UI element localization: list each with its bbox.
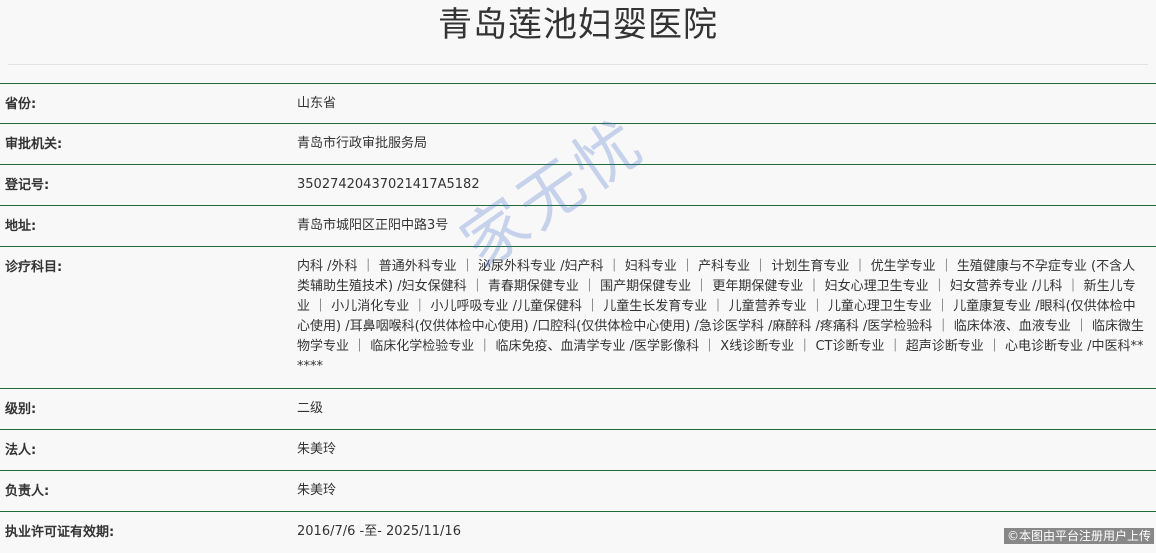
table-row-level: 级别: 二级 <box>0 389 1156 430</box>
row-value: 内科 /外科 ｜ 普通外科专业 ｜ 泌尿外科专业 /妇产科 ｜ 妇科专业 ｜ 产… <box>297 259 1144 374</box>
row-label: 负责人: <box>5 484 50 499</box>
table-row-license-validity: 执业许可证有效期: 2016/7/6 -至- 2025/11/16 <box>0 512 1156 553</box>
table-row-person-in-charge: 负责人: 朱美玲 <box>0 471 1156 512</box>
table-row-approval-authority: 审批机关: 青岛市行政审批服务局 <box>0 124 1156 165</box>
table-row-departments: 诊疗科目: 内科 /外科 ｜ 普通外科专业 ｜ 泌尿外科专业 /妇产科 ｜ 妇科… <box>0 247 1156 389</box>
table-row-legal-person: 法人: 朱美玲 <box>0 430 1156 471</box>
info-table: 省份: 山东省 审批机关: 青岛市行政审批服务局 登记号: 3502742043… <box>0 83 1156 553</box>
row-label: 审批机关: <box>5 137 63 152</box>
row-value: 青岛市城阳区正阳中路3号 <box>297 218 449 233</box>
row-label: 省份: <box>5 97 37 112</box>
title-divider <box>8 64 1148 65</box>
row-label: 登记号: <box>5 178 50 193</box>
row-label: 级别: <box>5 402 37 417</box>
copyright-notice: ©本图由平台注册用户上传 <box>1003 528 1154 544</box>
table-row-address: 地址: 青岛市城阳区正阳中路3号 <box>0 206 1156 247</box>
page-title: 青岛莲池妇婴医院 <box>438 5 718 45</box>
row-value: 二级 <box>297 401 324 416</box>
row-value: 山东省 <box>297 96 337 111</box>
row-value: 青岛市行政审批服务局 <box>297 136 428 151</box>
table-row-registration-number: 登记号: 35027420437021417A5182 <box>0 165 1156 206</box>
table-row-province: 省份: 山东省 <box>0 83 1156 124</box>
hospital-info-page: 青岛莲池妇婴医院 省份: 山东省 审批机关: 青岛市行政审批服务局 登记号: 3… <box>0 0 1156 546</box>
row-label: 执业许可证有效期: <box>5 525 115 540</box>
row-value: 朱美玲 <box>297 483 337 498</box>
row-value: 朱美玲 <box>297 442 337 457</box>
row-label: 诊疗科目: <box>5 260 63 275</box>
row-label: 地址: <box>5 219 37 234</box>
row-value: 35027420437021417A5182 <box>297 177 480 192</box>
row-label: 法人: <box>5 443 37 458</box>
